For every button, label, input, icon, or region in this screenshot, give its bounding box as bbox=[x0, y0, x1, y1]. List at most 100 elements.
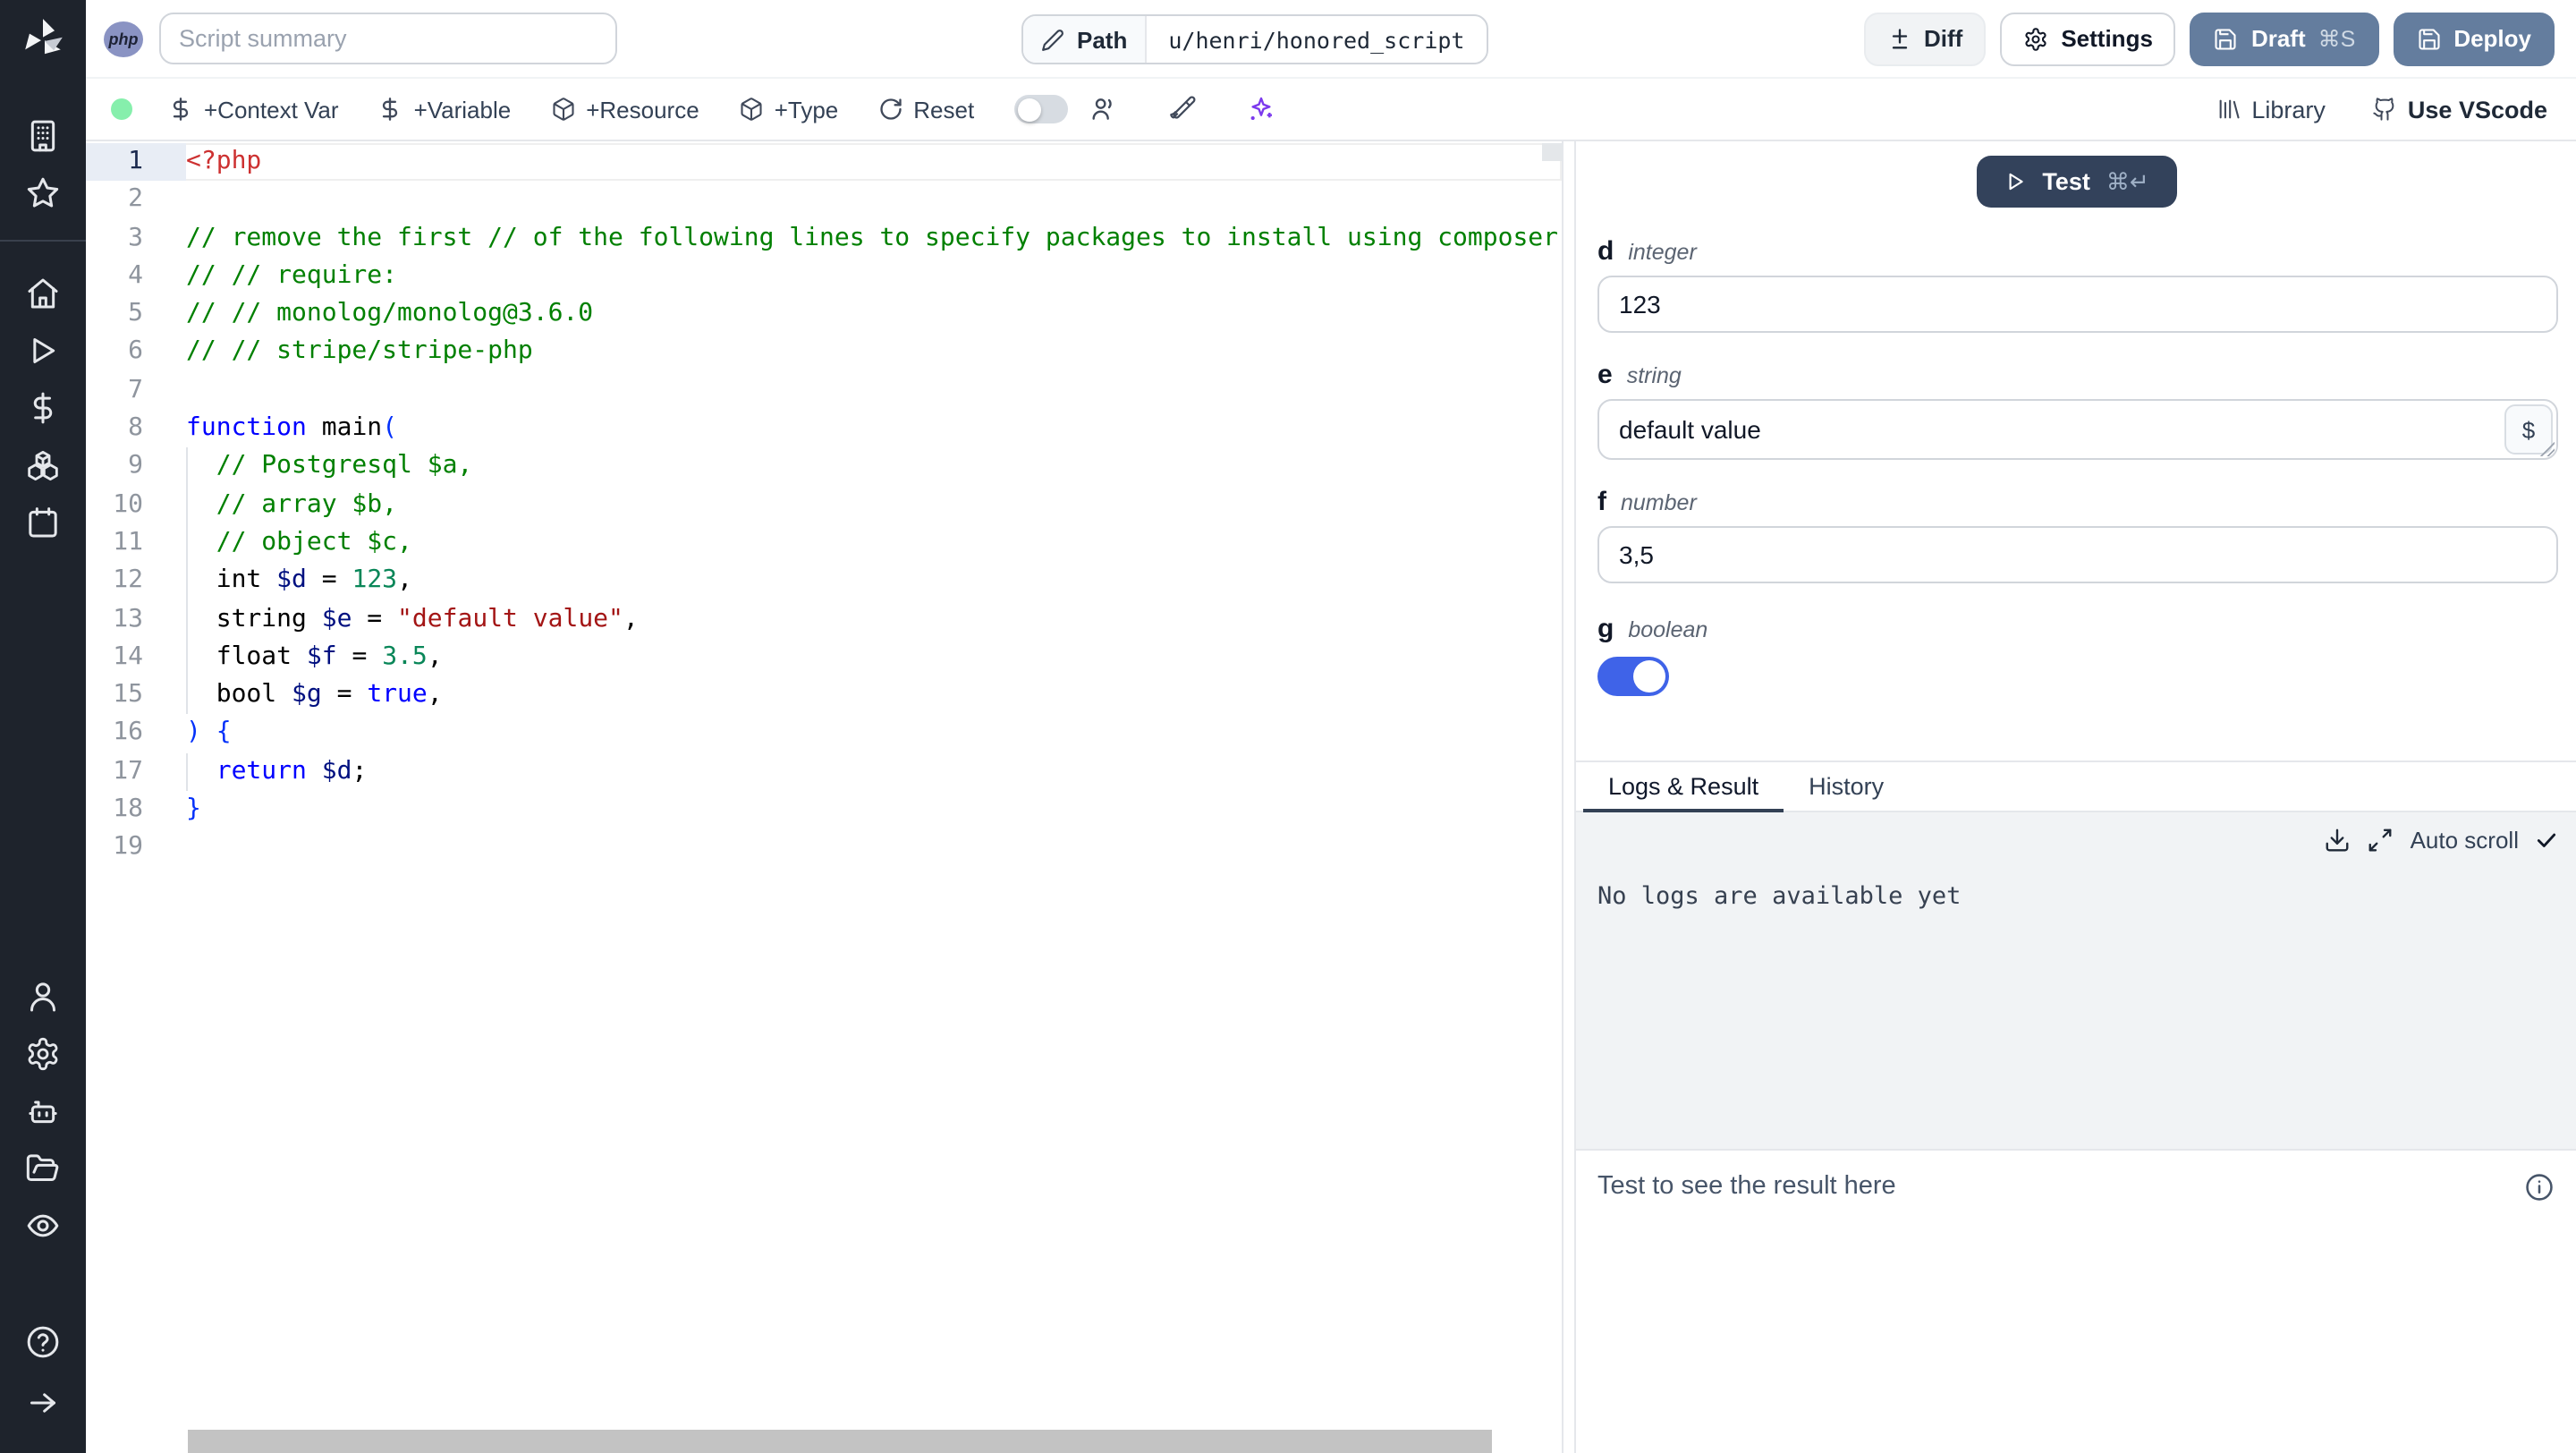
dollar-icon bbox=[173, 98, 189, 121]
audit-eye-icon[interactable] bbox=[0, 1197, 86, 1254]
user-icon[interactable] bbox=[0, 968, 86, 1025]
settings-button[interactable]: Settings bbox=[2000, 12, 2176, 65]
add-resource-button[interactable]: +Resource bbox=[550, 96, 699, 123]
info-icon[interactable] bbox=[2524, 1172, 2555, 1211]
code-line[interactable]: 14 float $f = 3.5, bbox=[86, 638, 1562, 677]
logs-viewer: Auto scroll No logs are available yet bbox=[1576, 812, 2576, 1151]
path-label-group[interactable]: Path bbox=[1023, 16, 1148, 63]
tab-history[interactable]: History bbox=[1784, 762, 1909, 811]
arg-d-input[interactable] bbox=[1597, 276, 2558, 333]
code-line[interactable]: 2 bbox=[86, 182, 1562, 220]
library-label: Library bbox=[2251, 96, 2326, 123]
test-button[interactable]: Test ⌘↵ bbox=[1976, 156, 2176, 208]
code-lines[interactable]: 1 <?php 2 3// remove the first // of the fo… bbox=[86, 141, 1562, 867]
favorites-star-icon[interactable] bbox=[0, 165, 86, 222]
diff-button[interactable]: Diff bbox=[1863, 12, 1987, 65]
script-summary-input[interactable] bbox=[159, 13, 617, 64]
test-label: Test bbox=[2042, 168, 2090, 195]
package-icon bbox=[741, 98, 762, 121]
arg-e-label: e string bbox=[1597, 360, 2558, 390]
use-vscode-button[interactable]: Use VScode bbox=[2372, 96, 2547, 123]
code-line[interactable]: 1 <?php bbox=[86, 143, 1562, 182]
format-paintbrush-icon[interactable] bbox=[1167, 95, 1196, 123]
arg-g-boolean-toggle[interactable] bbox=[1597, 657, 1669, 696]
variables-dollar-icon[interactable] bbox=[0, 379, 86, 437]
arg-name: f bbox=[1597, 487, 1606, 517]
arg-f-input[interactable] bbox=[1597, 526, 2558, 583]
arg-d-label: d integer bbox=[1597, 236, 2558, 267]
code-editor[interactable]: 1 <?php 2 3// remove the first // of the fo… bbox=[86, 141, 1562, 1453]
code-line[interactable]: 7 bbox=[86, 372, 1562, 411]
editor-horizontal-scrollbar[interactable] bbox=[188, 1430, 1492, 1453]
arg-name: g bbox=[1597, 614, 1614, 644]
code-line[interactable]: 19 bbox=[86, 829, 1562, 868]
play-icon bbox=[2008, 173, 2022, 191]
draft-label: Draft bbox=[2250, 25, 2306, 52]
code-line[interactable]: 15 bool $g = true, bbox=[86, 676, 1562, 715]
reset-label: Reset bbox=[913, 96, 975, 123]
add-variable-label: +Variable bbox=[413, 96, 512, 123]
top-bar: php Path u/henri/honored_script Diff Set… bbox=[86, 0, 2576, 79]
save-icon bbox=[2418, 28, 2439, 49]
workers-bot-icon[interactable] bbox=[0, 1083, 86, 1140]
expand-sidebar-arrow-icon[interactable] bbox=[0, 1374, 86, 1432]
add-context-var-button[interactable]: +Context Var bbox=[168, 96, 339, 123]
home-icon[interactable] bbox=[0, 265, 86, 322]
arg-type: integer bbox=[1628, 240, 1697, 265]
code-line[interactable]: 11 // object $c, bbox=[86, 523, 1562, 563]
arg-name: d bbox=[1597, 236, 1614, 267]
multiplayer-toggle[interactable] bbox=[1013, 95, 1068, 123]
package-icon bbox=[552, 98, 573, 121]
no-logs-message: No logs are available yet bbox=[1597, 882, 1962, 911]
arg-g-label: g boolean bbox=[1597, 614, 2558, 644]
path-widget[interactable]: Path u/henri/honored_script bbox=[1021, 14, 1488, 64]
autoscroll-check-icon[interactable] bbox=[2535, 828, 2558, 852]
multiplayer-users-icon[interactable] bbox=[1089, 95, 1117, 123]
folders-icon[interactable] bbox=[0, 1140, 86, 1197]
runs-play-icon[interactable] bbox=[0, 322, 86, 379]
code-line[interactable]: 9 // Postgresql $a, bbox=[86, 447, 1562, 487]
library-icon bbox=[2218, 99, 2239, 119]
code-line[interactable]: 5// // monolog/monolog@3.6.0 bbox=[86, 295, 1562, 334]
draft-button[interactable]: Draft ⌘S bbox=[2190, 12, 2379, 65]
arg-e-value: default value bbox=[1619, 415, 1761, 444]
test-panel: Test ⌘↵ d integer e string defa bbox=[1576, 141, 2576, 1453]
code-line[interactable]: 12 int $d = 123, bbox=[86, 562, 1562, 601]
code-line[interactable]: 17 return $d; bbox=[86, 752, 1562, 792]
code-line[interactable]: 3// remove the first // of the following… bbox=[86, 219, 1562, 258]
ai-sparkles-icon[interactable] bbox=[1246, 95, 1275, 123]
code-line[interactable]: 18} bbox=[86, 791, 1562, 829]
resources-boxes-icon[interactable] bbox=[0, 437, 86, 494]
arg-type: string bbox=[1626, 363, 1682, 388]
add-type-label: +Type bbox=[774, 96, 839, 123]
code-line[interactable]: 16) { bbox=[86, 715, 1562, 753]
reset-button[interactable]: Reset bbox=[877, 96, 974, 123]
code-line[interactable]: 4// // require: bbox=[86, 258, 1562, 296]
textarea-resize-handle[interactable] bbox=[2538, 440, 2555, 456]
code-line[interactable]: 10 // array $b, bbox=[86, 486, 1562, 524]
result-placeholder: Test to see the result here bbox=[1597, 1172, 1896, 1201]
expand-logs-icon[interactable] bbox=[2368, 827, 2394, 854]
settings-gear-icon[interactable] bbox=[0, 1025, 86, 1083]
reset-rotate-icon bbox=[879, 98, 901, 120]
arg-type: number bbox=[1621, 490, 1697, 515]
help-icon[interactable] bbox=[0, 1313, 86, 1371]
add-type-button[interactable]: +Type bbox=[739, 96, 839, 123]
add-variable-button[interactable]: +Variable bbox=[378, 96, 512, 123]
windmill-logo-icon[interactable] bbox=[18, 14, 68, 64]
edit-pencil-icon bbox=[1042, 29, 1063, 50]
library-button[interactable]: Library bbox=[2216, 96, 2326, 123]
deploy-button[interactable]: Deploy bbox=[2393, 12, 2555, 65]
panel-splitter[interactable] bbox=[1562, 141, 1576, 1453]
path-value: u/henri/honored_script bbox=[1168, 26, 1465, 53]
code-line[interactable]: 6// // stripe/stripe-php bbox=[86, 334, 1562, 372]
tab-logs-result[interactable]: Logs & Result bbox=[1583, 762, 1784, 812]
schedules-calendar-icon[interactable] bbox=[0, 494, 86, 551]
arg-e-textarea[interactable]: default value $ bbox=[1597, 399, 2558, 460]
download-logs-icon[interactable] bbox=[2325, 827, 2351, 854]
code-line[interactable]: 8 function main( bbox=[86, 410, 1562, 448]
workspace-building-icon[interactable] bbox=[0, 107, 86, 165]
autoscroll-label[interactable]: Auto scroll bbox=[2411, 827, 2519, 854]
code-line[interactable]: 13 string $e = "default value", bbox=[86, 600, 1562, 639]
arg-f-label: f number bbox=[1597, 487, 2558, 517]
